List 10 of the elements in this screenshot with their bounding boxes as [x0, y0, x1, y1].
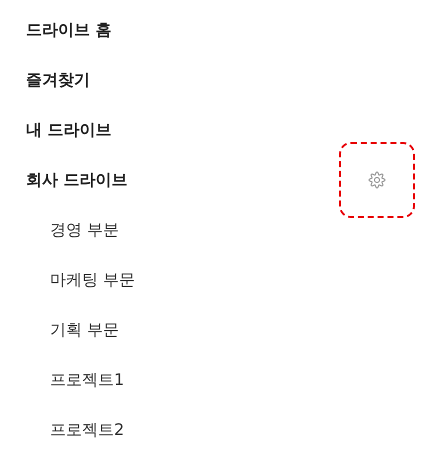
sidebar-item[interactable]: 기획 부문 [50, 320, 120, 340]
settings-icon[interactable] [367, 170, 387, 190]
sidebar-item[interactable]: 즐겨찾기 [26, 70, 90, 90]
sidebar-item[interactable]: 마케팅 부문 [50, 270, 136, 290]
sidebar-item[interactable]: 프로젝트2 [50, 420, 124, 440]
sidebar-item[interactable]: 경영 부분 [50, 220, 120, 240]
sidebar-item[interactable]: 내 드라이브 [26, 120, 112, 140]
sidebar-item[interactable]: 프로젝트1 [50, 370, 124, 390]
sidebar-item[interactable]: 드라이브 홈 [26, 20, 112, 40]
sidebar-item[interactable]: 회사 드라이브 [26, 170, 128, 190]
